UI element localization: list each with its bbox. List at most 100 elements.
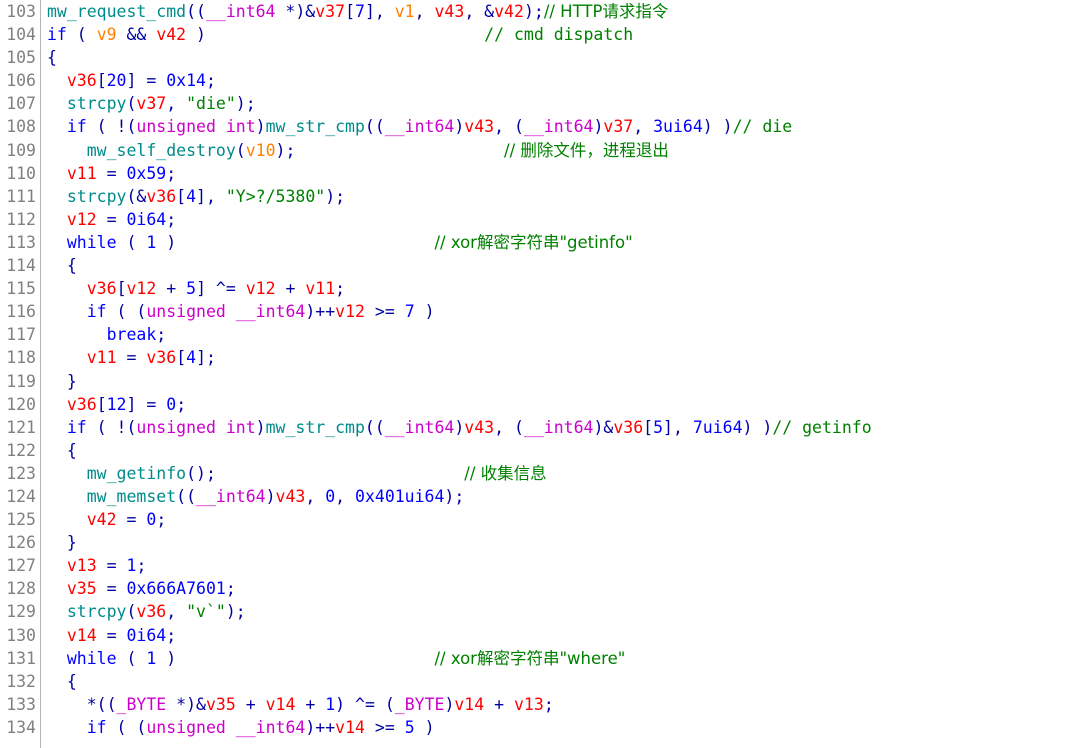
code-line[interactable]: 116 if ( (unsigned __int64)++v12 >= 7 ) [0, 300, 1080, 323]
token-arg[interactable]: v9 [97, 25, 117, 44]
token-lvar[interactable]: v13 [67, 556, 97, 575]
code-line[interactable]: 109 mw_self_destroy(v10); // 删除文件，进程退出 [0, 139, 1080, 162]
code-line[interactable]: 105 { [0, 46, 1080, 69]
code-line[interactable]: 113 while ( 1 ) // xor解密字符串"getinfo" [0, 231, 1080, 254]
token-lvar[interactable]: v12 [335, 302, 365, 321]
token-lvar[interactable]: v36 [136, 602, 166, 621]
code-line-text[interactable]: mw_self_destroy(v10); // 删除文件，进程退出 [47, 139, 669, 162]
token-lvar[interactable]: v11 [87, 348, 117, 367]
token-lvar[interactable]: v36 [613, 418, 643, 437]
code-line-text[interactable]: strcpy(v37, "die"); [47, 92, 256, 115]
code-line-text[interactable]: v13 = 1; [47, 554, 147, 577]
code-line[interactable]: 128 v35 = 0x666A7601; [0, 577, 1080, 600]
code-line-text[interactable]: mw_getinfo(); // 收集信息 [47, 462, 547, 485]
code-line[interactable]: 111 strcpy(&v36[4], "Y>?/5380"); [0, 185, 1080, 208]
token-lvar[interactable]: v11 [305, 279, 335, 298]
code-line-text[interactable]: while ( 1 ) // xor解密字符串"where" [47, 647, 625, 670]
code-line[interactable]: 134 if ( (unsigned __int64)++v14 >= 5 ) [0, 716, 1080, 739]
token-lvar[interactable]: v14 [266, 695, 296, 714]
token-lvar[interactable]: v36 [146, 348, 176, 367]
code-line-text[interactable]: v35 = 0x666A7601; [47, 577, 236, 600]
token-lvar[interactable]: v42 [494, 2, 524, 21]
code-line[interactable]: 123 mw_getinfo(); // 收集信息 [0, 462, 1080, 485]
code-line[interactable]: 131 while ( 1 ) // xor解密字符串"where" [0, 647, 1080, 670]
token-lvar[interactable]: v43 [435, 2, 465, 21]
token-func[interactable]: mw_str_cmp [266, 418, 365, 437]
code-line-text[interactable]: v12 = 0i64; [47, 208, 176, 231]
code-line-text[interactable]: while ( 1 ) // xor解密字符串"getinfo" [47, 231, 633, 254]
code-line[interactable]: 121 if ( !(unsigned int)mw_str_cmp((__in… [0, 416, 1080, 439]
code-line-text[interactable]: { [47, 254, 77, 277]
code-line[interactable]: 108 if ( !(unsigned int)mw_str_cmp((__in… [0, 115, 1080, 138]
token-func[interactable]: strcpy [67, 602, 127, 621]
token-lvar[interactable]: v42 [156, 25, 186, 44]
code-line-text[interactable]: strcpy(&v36[4], "Y>?/5380"); [47, 185, 345, 208]
token-func[interactable]: mw_str_cmp [266, 117, 365, 136]
token-lvar[interactable]: v36 [146, 187, 176, 206]
code-line-text[interactable]: { [47, 670, 77, 693]
code-line[interactable]: 115 v36[v12 + 5] ^= v12 + v11; [0, 277, 1080, 300]
code-line-text[interactable]: { [47, 439, 77, 462]
code-line-text[interactable]: if ( v9 && v42 ) // cmd dispatch [47, 23, 633, 46]
token-lvar[interactable]: v37 [315, 2, 345, 21]
code-line[interactable]: 118 v11 = v36[4]; [0, 346, 1080, 369]
token-lvar[interactable]: v43 [464, 418, 494, 437]
token-lvar[interactable]: v43 [276, 487, 306, 506]
code-line[interactable]: 133 *((_BYTE *)&v35 + v14 + 1) ^= (_BYTE… [0, 693, 1080, 716]
code-line-text[interactable]: if ( !(unsigned int)mw_str_cmp((__int64)… [47, 416, 872, 439]
code-line[interactable]: 127 v13 = 1; [0, 554, 1080, 577]
token-lvar[interactable]: v14 [454, 695, 484, 714]
code-line[interactable]: 104 if ( v9 && v42 ) // cmd dispatch [0, 23, 1080, 46]
token-func[interactable]: mw_getinfo [87, 464, 186, 483]
code-line[interactable]: 117 break; [0, 323, 1080, 346]
token-lvar[interactable]: v36 [67, 71, 97, 90]
token-lvar[interactable]: v35 [206, 695, 236, 714]
token-lvar[interactable]: v37 [136, 94, 166, 113]
token-lvar[interactable]: v12 [67, 210, 97, 229]
code-line[interactable]: 132 { [0, 670, 1080, 693]
token-lvar[interactable]: v12 [246, 279, 276, 298]
token-lvar[interactable]: v14 [67, 626, 97, 645]
code-line[interactable]: 126 } [0, 531, 1080, 554]
code-line[interactable]: 130 v14 = 0i64; [0, 624, 1080, 647]
code-line[interactable]: 129 strcpy(v36, "v`"); [0, 600, 1080, 623]
code-line-text[interactable]: v14 = 0i64; [47, 624, 176, 647]
code-line[interactable]: 114 { [0, 254, 1080, 277]
code-line[interactable]: 112 v12 = 0i64; [0, 208, 1080, 231]
code-line-text[interactable]: mw_request_cmd((__int64 *)&v37[7], v1, v… [47, 0, 668, 23]
code-line[interactable]: 120 v36[12] = 0; [0, 393, 1080, 416]
code-line[interactable]: 103 mw_request_cmd((__int64 *)&v37[7], v1… [0, 0, 1080, 23]
token-lvar[interactable]: v37 [603, 117, 633, 136]
code-line-text[interactable]: v36[20] = 0x14; [47, 69, 216, 92]
token-func[interactable]: strcpy [67, 94, 127, 113]
code-line-text[interactable]: if ( !(unsigned int)mw_str_cmp((__int64)… [47, 115, 792, 138]
code-line[interactable]: 110 v11 = 0x59; [0, 162, 1080, 185]
token-lvar[interactable]: v13 [514, 695, 544, 714]
code-line-text[interactable]: } [47, 531, 77, 554]
token-arg[interactable]: v1 [395, 2, 415, 21]
token-lvar[interactable]: v35 [67, 579, 97, 598]
token-func[interactable]: mw_request_cmd [47, 2, 186, 21]
token-arg[interactable]: v10 [246, 141, 276, 160]
code-line-text[interactable]: v36[12] = 0; [47, 393, 186, 416]
code-area[interactable]: 103 mw_request_cmd((__int64 *)&v37[7], v1… [0, 0, 1080, 748]
code-line-text[interactable]: *((_BYTE *)&v35 + v14 + 1) ^= (_BYTE)v14… [47, 693, 554, 716]
pseudocode-view[interactable]: 103 mw_request_cmd((__int64 *)&v37[7], v1… [0, 0, 1080, 748]
code-line-text[interactable]: } [47, 370, 77, 393]
token-lvar[interactable]: v43 [464, 117, 494, 136]
token-func[interactable]: mw_self_destroy [87, 141, 236, 160]
token-lvar[interactable]: v36 [87, 279, 117, 298]
code-line-text[interactable]: break; [47, 323, 167, 346]
code-line[interactable]: 106 v36[20] = 0x14; [0, 69, 1080, 92]
token-lvar[interactable]: v42 [87, 510, 117, 529]
code-line[interactable]: 107 strcpy(v37, "die"); [0, 92, 1080, 115]
code-line-text[interactable]: v11 = 0x59; [47, 162, 176, 185]
code-line-text[interactable]: v11 = v36[4]; [47, 346, 216, 369]
code-line-text[interactable]: { [47, 46, 57, 69]
code-line[interactable]: 119 } [0, 370, 1080, 393]
code-line-text[interactable]: v42 = 0; [47, 508, 167, 531]
code-line-text[interactable]: if ( (unsigned __int64)++v12 >= 7 ) [47, 300, 435, 323]
token-func[interactable]: strcpy [67, 187, 127, 206]
code-line[interactable]: 125 v42 = 0; [0, 508, 1080, 531]
token-lvar[interactable]: v14 [335, 718, 365, 737]
